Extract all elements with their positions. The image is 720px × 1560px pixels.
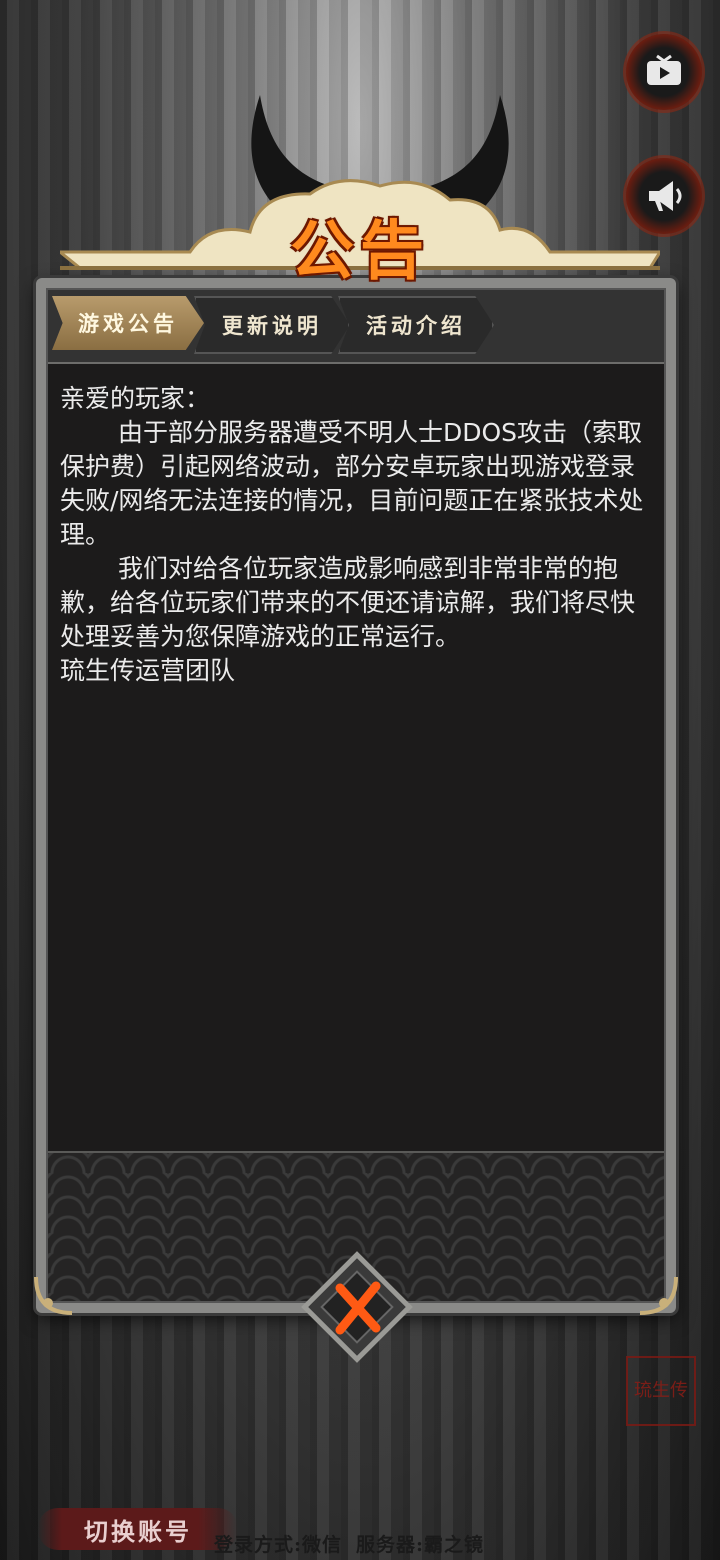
server-text: 服务器:霸之镜 <box>356 1534 485 1556</box>
announcement-panel: 游戏公告 更新说明 活动介绍 亲爱的玩家： 由于部分服务器遭受不明人士DDOS攻… <box>34 278 678 1315</box>
tab-update-notes[interactable]: 更新说明 <box>194 296 350 354</box>
close-button[interactable] <box>298 1248 416 1366</box>
tab-bar: 游戏公告 更新说明 活动介绍 <box>48 290 664 364</box>
close-x-icon <box>301 1251 413 1363</box>
corner-ornament-icon <box>639 1276 678 1315</box>
video-icon <box>647 54 681 85</box>
corner-ornament-icon <box>34 1276 73 1315</box>
seal-text: 琉生传 <box>634 1380 688 1401</box>
login-info: 登录方式:微信 服务器:霸之镜 <box>214 1530 498 1557</box>
tab-label: 游戏公告 <box>78 311 178 336</box>
panel-inner: 游戏公告 更新说明 活动介绍 亲爱的玩家： 由于部分服务器遭受不明人士DDOS攻… <box>46 288 666 1303</box>
video-button[interactable] <box>626 34 702 110</box>
game-seal-stamp: 琉生传 <box>626 1356 696 1426</box>
tab-activity-intro[interactable]: 活动介绍 <box>338 296 494 354</box>
announcement-paragraph: 我们对给各位玩家造成影响感到非常非常的抱歉，给各位玩家们带来的不便还请谅解，我们… <box>60 554 636 651</box>
signature-text: 琉生传运营团队 <box>60 656 236 685</box>
tab-label: 活动介绍 <box>366 313 466 338</box>
tab-game-announcement[interactable]: 游戏公告 <box>52 296 204 350</box>
switch-account-button[interactable]: 切换账号 <box>38 1508 238 1550</box>
page-title: 公告 <box>290 214 430 289</box>
announcement-content: 亲爱的玩家： 由于部分服务器遭受不明人士DDOS攻击（索取保护费）引起网络波动，… <box>60 382 654 688</box>
tab-label: 更新说明 <box>222 313 322 338</box>
switch-account-label: 切换账号 <box>84 1516 192 1546</box>
login-method-text: 登录方式:微信 <box>214 1534 343 1556</box>
announcement-paragraph: 由于部分服务器遭受不明人士DDOS攻击（索取保护费）引起网络波动，部分安卓玩家出… <box>60 418 644 549</box>
greeting-text: 亲爱的玩家： <box>60 384 211 413</box>
